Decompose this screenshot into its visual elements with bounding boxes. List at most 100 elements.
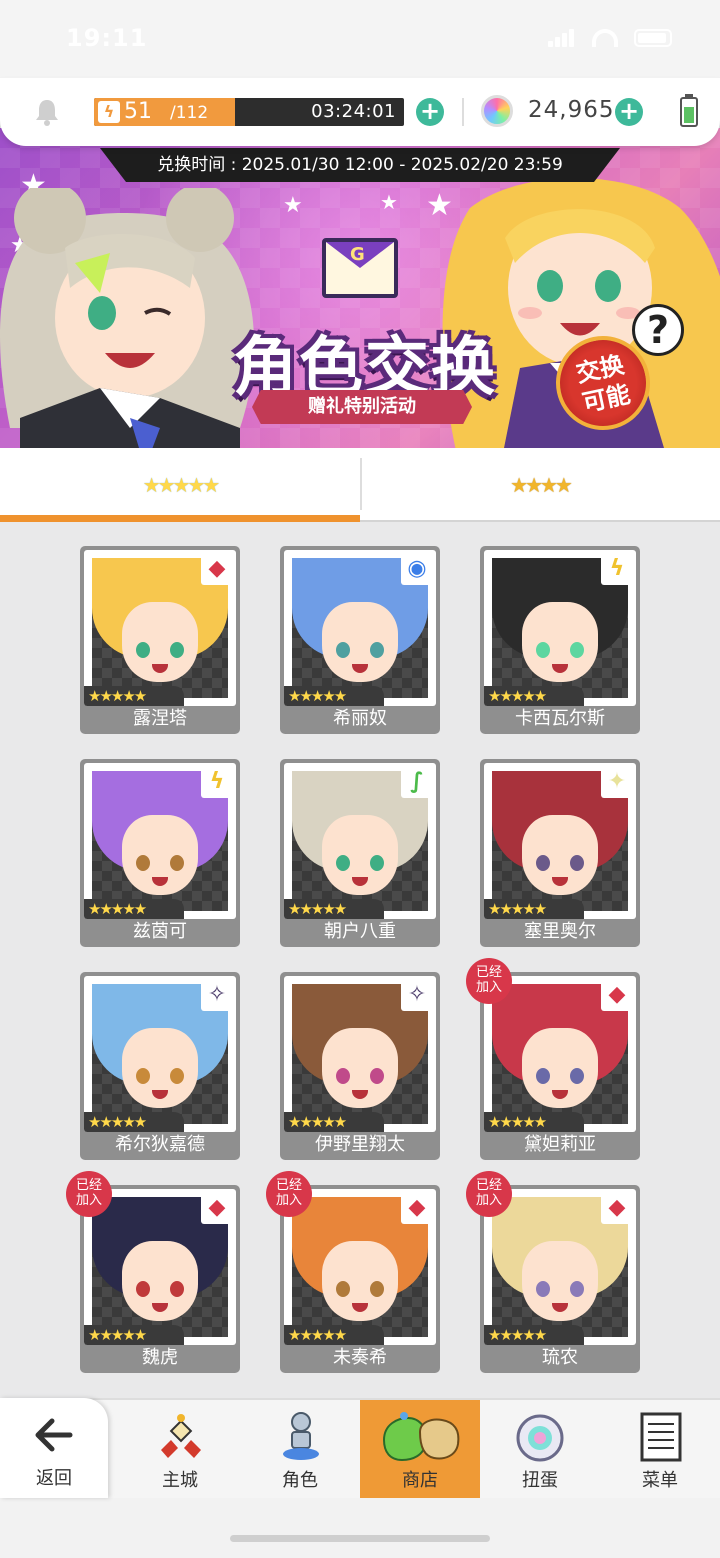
envelope-icon: G [322,238,398,298]
joined-badge-line: 加入 [475,980,502,995]
joined-badge-line: 加入 [275,1193,302,1208]
help-button[interactable]: ? [632,304,684,356]
add-gems-button[interactable]: + [615,98,643,126]
castle-icon [161,1414,201,1458]
element-diamond-icon: ◆ [601,1192,633,1224]
bottom-safe-area [0,1498,720,1558]
divider [462,98,464,126]
character-card[interactable]: ◉ ★★★★★ 希丽奴 [280,546,440,734]
element-wind-icon: ∫ [401,766,433,798]
tab-four-star[interactable]: ★★★★ [360,448,720,520]
joined-badge-line: 加入 [475,1193,502,1208]
tab-five-star[interactable]: ★★★★★ [0,448,360,522]
card-portrait-frame: ϟ ★★★★★ [484,550,636,706]
wifi-icon [592,28,618,47]
card-portrait-frame: ✦ ★★★★★ [484,763,636,919]
character-card[interactable]: 已经 加入 ◆ ★★★★★ 琉农 [466,1171,640,1373]
character-card[interactable]: ∫ ★★★★★ 朝户八重 [280,759,440,947]
card-portrait-frame: ∫ ★★★★★ [284,763,436,919]
character-card[interactable]: ϟ ★★★★★ 卡西瓦尔斯 [480,546,640,734]
active-tab-indicator [0,515,360,522]
element-diamond-icon: ◆ [601,979,633,1011]
back-label: 返回 [36,1468,72,1489]
nav-menu[interactable]: 菜单 [600,1400,720,1500]
joined-badge: 已经 加入 [66,1171,112,1217]
lightning-icon: ϟ [98,101,120,123]
character-name: 未奏希 [333,1347,387,1368]
joined-badge-line: 已经 [275,1178,302,1193]
character-card[interactable]: 已经 加入 ◆ ★★★★★ 未奏希 [266,1171,440,1373]
stamina-timer: 03:24:01 [311,101,396,122]
rarity-stars: ★★★★★ [284,899,384,919]
card-portrait-frame: ◆ ★★★★★ [84,1189,236,1345]
rarity-stars: ★★★★★ [84,686,184,706]
joined-badge-line: 已经 [475,1178,502,1193]
character-name: 朝户八重 [324,921,396,942]
character-name: 黛妲莉亚 [524,1134,596,1155]
rarity-tabs: ★★★★★ ★★★★ [0,448,720,522]
gem-icon [481,95,513,127]
home-indicator[interactable] [230,1535,490,1542]
card-portrait-frame: ◆ ★★★★★ [284,1189,436,1345]
device-battery-icon [680,94,698,127]
element-diamond-icon: ◆ [201,1192,233,1224]
joined-badge-line: 已经 [475,965,502,980]
star-decoration-icon: ★ [283,193,303,218]
event-banner: ★ ★ ★ ★ ★ ★ 兑换时间 : 2025.01/30 12:00 - 20… [0,128,720,448]
stamina-current: 51 [124,99,152,124]
bell-icon[interactable] [34,98,60,126]
card-portrait-frame: ◆ ★★★★★ [484,1189,636,1345]
character-name: 兹茵可 [133,921,187,942]
status-time: 19:11 [66,24,148,52]
joined-badge: 已经 加入 [466,1171,512,1217]
character-card[interactable]: 已经 加入 ◆ ★★★★★ 黛妲莉亚 [466,958,640,1160]
nav-characters[interactable]: 角色 [240,1400,360,1500]
stamina-max: /112 [170,103,209,123]
rarity-stars: ★★★★★ [84,899,184,919]
character-name: 露涅塔 [133,708,187,729]
four-star-icon: ★★★★ [510,473,573,497]
add-stamina-button[interactable]: + [416,98,444,126]
nav-shop[interactable]: 商店 [360,1400,480,1500]
joined-badge-line: 加入 [75,1193,102,1208]
exchange-period: 兑换时间 : 2025.01/30 12:00 - 2025.02/20 23:… [100,148,620,182]
nav-label: 扭蛋 [522,1470,558,1491]
battery-icon [634,28,672,47]
nav-main-city[interactable]: 主城 [120,1400,240,1500]
nav-label: 商店 [402,1470,438,1491]
back-button[interactable]: 返回 [0,1398,108,1498]
rarity-stars: ★★★★★ [284,1325,384,1345]
nav-gacha[interactable]: 扭蛋 [480,1400,600,1500]
card-portrait-frame: ◆ ★★★★★ [84,550,236,706]
joined-badge: 已经 加入 [466,958,512,1004]
card-portrait-frame: ◆ ★★★★★ [484,976,636,1132]
element-dark-icon: ✧ [401,979,433,1011]
character-card[interactable]: ✧ ★★★★★ 希尔狄嘉德 [80,972,240,1160]
status-icons [548,28,672,47]
stamina-bar: ϟ 51 /112 03:24:01 [94,98,404,126]
character-card[interactable]: ✧ ★★★★★ 伊野里翔太 [280,972,440,1160]
character-card[interactable]: 已经 加入 ◆ ★★★★★ 魏虎 [66,1171,240,1373]
rarity-stars: ★★★★★ [484,1112,584,1132]
nav-label: 角色 [282,1470,318,1491]
rarity-stars: ★★★★★ [484,686,584,706]
character-name: 魏虎 [142,1347,178,1368]
character-name: 琉农 [542,1347,578,1368]
card-portrait-frame: ϟ ★★★★★ [84,763,236,919]
rarity-stars: ★★★★★ [284,686,384,706]
joined-badge-line: 已经 [75,1178,102,1193]
character-name: 希丽奴 [333,708,387,729]
character-card[interactable]: ✦ ★★★★★ 塞里奥尔 [480,759,640,947]
character-name: 希尔狄嘉德 [115,1134,205,1155]
character-card[interactable]: ϟ ★★★★★ 兹茵可 [80,759,240,947]
shop-bag-icon [382,1412,460,1462]
menu-list-icon [640,1412,682,1462]
nav-label: 菜单 [642,1470,678,1491]
element-lightning-icon: ϟ [601,553,633,585]
card-portrait-frame: ◉ ★★★★★ [284,550,436,706]
character-card[interactable]: ◆ ★★★★★ 露涅塔 [80,546,240,734]
character-name: 卡西瓦尔斯 [515,708,605,729]
card-portrait-frame: ✧ ★★★★★ [84,976,236,1132]
back-arrow-icon [35,1418,73,1452]
character-figure-icon [283,1412,319,1460]
